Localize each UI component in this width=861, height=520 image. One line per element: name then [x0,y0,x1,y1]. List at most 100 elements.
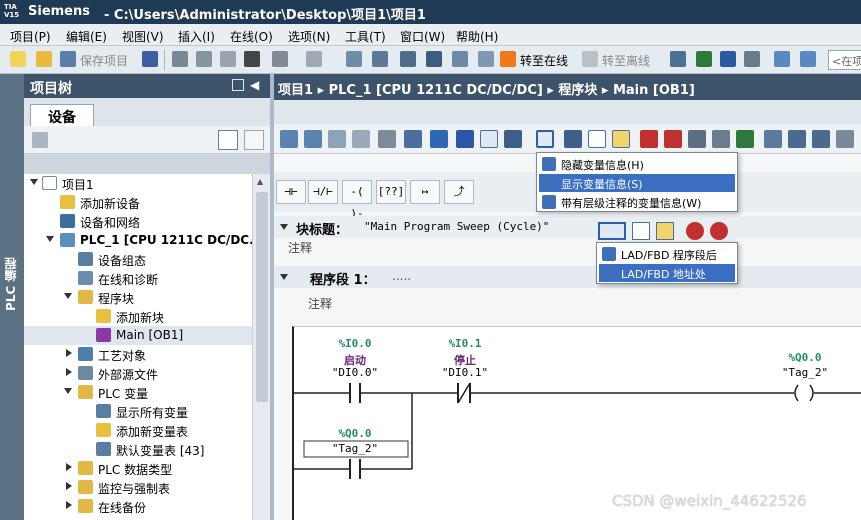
tree-item-main-ob1[interactable]: Main [OB1] [24,326,252,345]
split-horizontal-icon[interactable] [774,51,790,67]
go-to-next-error-icon[interactable] [664,130,682,148]
hide-variable-info-item[interactable]: 隐藏变量信息(H) [539,155,735,173]
undo-icon[interactable] [272,51,288,67]
tree-view-icon[interactable] [218,130,238,150]
tree-item-show-all-tags[interactable]: 显示所有变量 [24,402,252,421]
interface-icon[interactable] [378,130,396,148]
ladder-view-toggle-icon[interactable] [598,222,626,240]
collapsed-arrow-icon[interactable] [66,463,72,471]
tree-item-plc-tags[interactable]: PLC 变量 [24,383,252,402]
open-branch-button[interactable]: ↦ [410,180,440,204]
tree-item-technology-objects[interactable]: 工艺对象 [24,345,252,364]
tree-options-icon[interactable] [244,130,264,150]
menu-view[interactable]: 视图(V) [122,28,164,45]
append-row-icon[interactable] [352,130,370,148]
expanded-arrow-icon[interactable] [64,388,72,394]
split-vertical-icon[interactable] [800,51,816,67]
absolute-symbolic-icon[interactable] [504,130,522,148]
coil-tag[interactable]: "Tag_2" [770,366,840,379]
network-comments-icon[interactable] [456,130,474,148]
plc-programming-label[interactable]: PLC 编程 [2,254,22,314]
coil-left[interactable] [794,384,799,402]
insert-network-icon[interactable] [280,130,298,148]
empty-box-button[interactable]: [??] [376,180,406,204]
tree-item-online-diagnostics[interactable]: 在线和诊断 [24,269,252,288]
monitoring-icon[interactable] [712,130,730,148]
ladder-view-icon[interactable] [564,130,582,148]
menu-edit[interactable]: 编辑(E) [66,28,107,45]
list-view-icon[interactable] [588,130,606,148]
network-title[interactable]: ..... [392,269,411,283]
expanded-arrow-icon[interactable] [280,274,288,280]
compile-icon[interactable] [346,51,362,67]
collapsed-arrow-icon[interactable] [66,349,72,357]
diagnostics-icon[interactable] [670,51,686,67]
menu-tools[interactable]: 工具(T) [345,28,386,45]
highlight-icon[interactable] [612,130,630,148]
menu-online[interactable]: 在线(O) [230,28,273,45]
devices-tab[interactable]: 设备 [30,104,94,126]
tree-collapse-icon[interactable]: ◀ [250,78,259,92]
block-comment[interactable]: 注释 [288,239,312,256]
expanded-arrow-icon[interactable] [64,293,72,299]
close-branch-button[interactable]: ⤴ [444,180,474,204]
save-icon[interactable] [60,51,76,67]
upload-icon[interactable] [400,51,416,67]
menu-window[interactable]: 窗口(W) [400,28,445,45]
branch-tag[interactable]: "Tag_2" [320,442,390,455]
compare-icon[interactable] [764,130,782,148]
project-search-input[interactable]: <在项 [828,50,861,70]
copy-icon[interactable] [196,51,212,67]
menu-options[interactable]: 选项(N) [288,28,330,45]
monitor-icon[interactable] [478,51,494,67]
add-device-icon[interactable] [32,132,48,148]
simulation-icon[interactable] [426,51,442,67]
tree-item-plc-data-types[interactable]: PLC 数据类型 [24,459,252,478]
update-calls-icon[interactable] [688,130,706,148]
next-error-icon[interactable] [710,222,728,240]
tree-item-online-backups[interactable]: 在线备份 [24,497,252,516]
go-offline-icon[interactable] [582,51,598,67]
menu-insert[interactable]: 插入(I) [178,28,215,45]
start-cpu-icon[interactable] [696,51,712,67]
go-online-button[interactable]: 转至在线 [520,52,568,69]
coil-right[interactable] [809,384,814,402]
insert-row-icon[interactable] [328,130,346,148]
delete-network-icon[interactable] [304,130,322,148]
favorites-icon[interactable] [480,130,498,148]
stop-cpu-icon[interactable] [720,51,736,67]
close-all-networks-icon[interactable] [430,130,448,148]
tree-item-add-block[interactable]: 添加新块 [24,307,252,326]
contact2-tag[interactable]: "DI0.1" [430,366,500,379]
previous-error-icon[interactable] [686,222,704,240]
expanded-arrow-icon[interactable] [30,179,38,185]
go-to-previous-error-icon[interactable] [640,130,658,148]
network-comment[interactable]: 注释 [308,295,332,312]
accessible-devices-icon[interactable] [452,51,468,67]
cross-reference-icon[interactable] [744,51,760,67]
highlight-icon[interactable] [656,222,674,240]
collapsed-arrow-icon[interactable] [66,501,72,509]
tree-item-device-config[interactable]: 设备组态 [24,250,252,269]
assignment-list-icon[interactable] [812,130,830,148]
go-online-icon[interactable] [500,51,516,67]
open-project-icon[interactable] [36,51,52,67]
contact1-tag[interactable]: "DI0.0" [320,366,390,379]
tree-item-add-device[interactable]: 添加新设备 [24,193,252,212]
expanded-arrow-icon[interactable] [280,224,288,230]
menu-help[interactable]: 帮助(H) [456,28,498,45]
tree-item-program-blocks[interactable]: 程序块 [24,288,252,307]
print-icon[interactable] [142,51,158,67]
tree-item-project[interactable]: 项目1 [24,174,252,193]
redo-icon[interactable] [306,51,322,67]
paste-icon[interactable] [220,51,236,67]
call-hierarchy-icon[interactable] [788,130,806,148]
save-project-button[interactable]: 保存项目 [80,52,128,69]
tree-item-external-sources[interactable]: 外部源文件 [24,364,252,383]
collapsed-arrow-icon[interactable] [66,482,72,490]
download-block-icon[interactable] [736,130,754,148]
open-all-networks-icon[interactable] [404,130,422,148]
tree-item-default-tag-table[interactable]: 默认变量表 [43] [24,440,252,459]
nc-contact-button[interactable]: ⊣/⊢ [308,180,338,204]
new-project-icon[interactable] [10,51,26,67]
